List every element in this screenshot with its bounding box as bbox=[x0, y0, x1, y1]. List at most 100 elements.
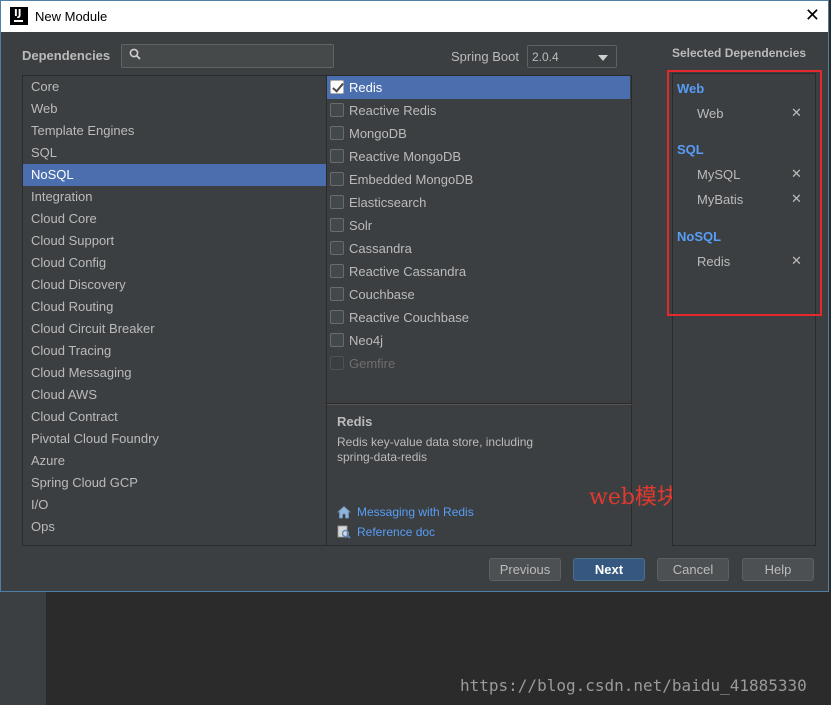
category-item[interactable]: Cloud Config bbox=[23, 252, 326, 274]
dependency-item[interactable]: Reactive Redis bbox=[327, 99, 630, 122]
reference-doc-label: Reference doc bbox=[357, 525, 436, 539]
dependency-label: MongoDB bbox=[349, 126, 407, 141]
dependency-item[interactable]: MongoDB bbox=[327, 122, 630, 145]
dependency-item[interactable]: Neo4j bbox=[327, 329, 630, 352]
category-item[interactable]: Cloud Core bbox=[23, 208, 326, 230]
selected-group-header: SQL bbox=[677, 142, 704, 157]
dependency-checkbox[interactable] bbox=[330, 218, 344, 232]
intellij-icon: IJ bbox=[10, 7, 28, 25]
dependency-label: Redis bbox=[349, 80, 383, 95]
dependency-checkbox[interactable] bbox=[330, 195, 344, 209]
selected-dependency-item: Web bbox=[697, 106, 724, 121]
dependency-item[interactable]: Solr bbox=[327, 214, 630, 237]
dependency-label: Solr bbox=[349, 218, 373, 233]
dependency-item[interactable]: Redis bbox=[327, 76, 630, 99]
category-item[interactable]: Cloud AWS bbox=[23, 384, 326, 406]
dependency-checkbox[interactable] bbox=[330, 287, 344, 301]
spring-boot-version-select[interactable]: 2.0.4 bbox=[527, 45, 617, 68]
category-item[interactable]: I/O bbox=[23, 494, 326, 516]
dependency-label: Neo4j bbox=[349, 333, 383, 348]
dependency-label: Reactive Couchbase bbox=[349, 310, 469, 325]
dependency-checkbox bbox=[330, 356, 344, 370]
dependency-checkbox[interactable] bbox=[330, 103, 344, 117]
dependency-label: Elasticsearch bbox=[349, 195, 427, 210]
previous-button[interactable]: Previous bbox=[489, 558, 561, 581]
remove-dependency-icon[interactable]: ✕ bbox=[791, 106, 802, 121]
reference-doc-icon bbox=[337, 525, 351, 539]
category-item[interactable]: Pivotal Cloud Foundry bbox=[23, 428, 326, 450]
selected-dependency-item: MySQL bbox=[697, 167, 741, 182]
annotation-text: web模块 bbox=[589, 485, 679, 510]
selected-dependency-item: Redis bbox=[697, 254, 731, 269]
dependency-checkbox[interactable] bbox=[330, 80, 344, 94]
selected-group-header: Web bbox=[677, 81, 705, 96]
category-item[interactable]: Ops bbox=[23, 516, 326, 538]
title-bar: IJ New Module ✕ bbox=[1, 1, 828, 32]
category-item[interactable]: Azure bbox=[23, 450, 326, 472]
search-icon bbox=[129, 48, 141, 60]
selected-dependencies-label: Selected Dependencies bbox=[672, 46, 807, 60]
category-list: Core Web Template Engines SQL NoSQL Integrati… bbox=[22, 75, 327, 546]
window-title: New Module bbox=[35, 9, 108, 24]
remove-dependency-icon[interactable]: ✕ bbox=[791, 254, 802, 269]
dependency-checkbox[interactable] bbox=[330, 149, 344, 163]
description-title: Redis bbox=[337, 414, 373, 429]
next-button[interactable]: Next bbox=[573, 558, 645, 581]
home-icon bbox=[337, 505, 351, 519]
dependency-label: Cassandra bbox=[349, 241, 412, 256]
remove-dependency-icon[interactable]: ✕ bbox=[791, 192, 802, 207]
dependency-item[interactable]: Reactive MongoDB bbox=[327, 145, 630, 168]
selected-group-header: NoSQL bbox=[677, 229, 722, 244]
dependencies-label: Dependencies bbox=[22, 48, 111, 63]
dependency-item: Gemfire bbox=[327, 352, 630, 375]
spring-boot-label: Spring Boot bbox=[451, 49, 519, 64]
dependency-checkbox[interactable] bbox=[330, 310, 344, 324]
dependency-checkbox[interactable] bbox=[330, 333, 344, 347]
dependency-item[interactable]: Couchbase bbox=[327, 283, 630, 306]
help-button[interactable]: Help bbox=[742, 558, 814, 581]
category-item[interactable]: NoSQL bbox=[23, 164, 326, 186]
dependency-checkbox[interactable] bbox=[330, 241, 344, 255]
watermark-text: https://blog.csdn.net/baidu_41885330 bbox=[460, 676, 807, 695]
dependency-item[interactable]: Embedded MongoDB bbox=[327, 168, 630, 191]
category-item[interactable]: Cloud Circuit Breaker bbox=[23, 318, 326, 340]
dependency-label: Reactive MongoDB bbox=[349, 149, 461, 164]
category-item[interactable]: SQL bbox=[23, 142, 326, 164]
dependency-label: Couchbase bbox=[349, 287, 415, 302]
dependency-item[interactable]: Elasticsearch bbox=[327, 191, 630, 214]
dependency-label: Embedded MongoDB bbox=[349, 172, 474, 187]
category-item[interactable]: Cloud Routing bbox=[23, 296, 326, 318]
close-icon[interactable]: ✕ bbox=[805, 5, 820, 26]
editor-gutter bbox=[0, 592, 46, 705]
category-item[interactable]: Core bbox=[23, 76, 326, 98]
dependency-item[interactable]: Cassandra bbox=[327, 237, 630, 260]
category-item[interactable]: Template Engines bbox=[23, 120, 326, 142]
remove-dependency-icon[interactable]: ✕ bbox=[791, 167, 802, 182]
dependency-label: Gemfire bbox=[349, 356, 396, 371]
description-panel: Redis Redis key-value data store, includ… bbox=[327, 404, 632, 546]
category-item[interactable]: Integration bbox=[23, 186, 326, 208]
category-item[interactable]: Cloud Support bbox=[23, 230, 326, 252]
dependency-item[interactable]: Reactive Couchbase bbox=[327, 306, 630, 329]
messaging-with-redis-label: Messaging with Redis bbox=[357, 505, 474, 519]
category-item[interactable]: Web bbox=[23, 98, 326, 120]
selected-dependency-item: MyBatis bbox=[697, 192, 744, 207]
category-item[interactable]: Cloud Contract bbox=[23, 406, 326, 428]
spring-boot-version-value: 2.0.4 bbox=[532, 50, 559, 64]
category-item[interactable]: Cloud Tracing bbox=[23, 340, 326, 362]
category-item[interactable]: Cloud Discovery bbox=[23, 274, 326, 296]
dependency-label: Reactive Cassandra bbox=[349, 264, 467, 279]
dependency-label: Reactive Redis bbox=[349, 103, 437, 118]
chevron-down-icon bbox=[598, 55, 608, 61]
category-item[interactable]: Cloud Messaging bbox=[23, 362, 326, 384]
cancel-button[interactable]: Cancel bbox=[657, 558, 729, 581]
description-text: Redis key-value data store, including sp… bbox=[337, 435, 534, 464]
dependency-checkbox[interactable] bbox=[330, 172, 344, 186]
dependency-checkbox[interactable] bbox=[330, 126, 344, 140]
category-item[interactable]: Spring Cloud GCP bbox=[23, 472, 326, 494]
new-module-dialog: IJ New Module ✕ Dependencies Spring Boot… bbox=[0, 0, 829, 592]
search-input[interactable] bbox=[121, 44, 334, 68]
dependency-list: Redis Reactive Redis MongoDB Reactive Mongo… bbox=[327, 75, 632, 404]
dependency-item[interactable]: Reactive Cassandra bbox=[327, 260, 630, 283]
dependency-checkbox[interactable] bbox=[330, 264, 344, 278]
